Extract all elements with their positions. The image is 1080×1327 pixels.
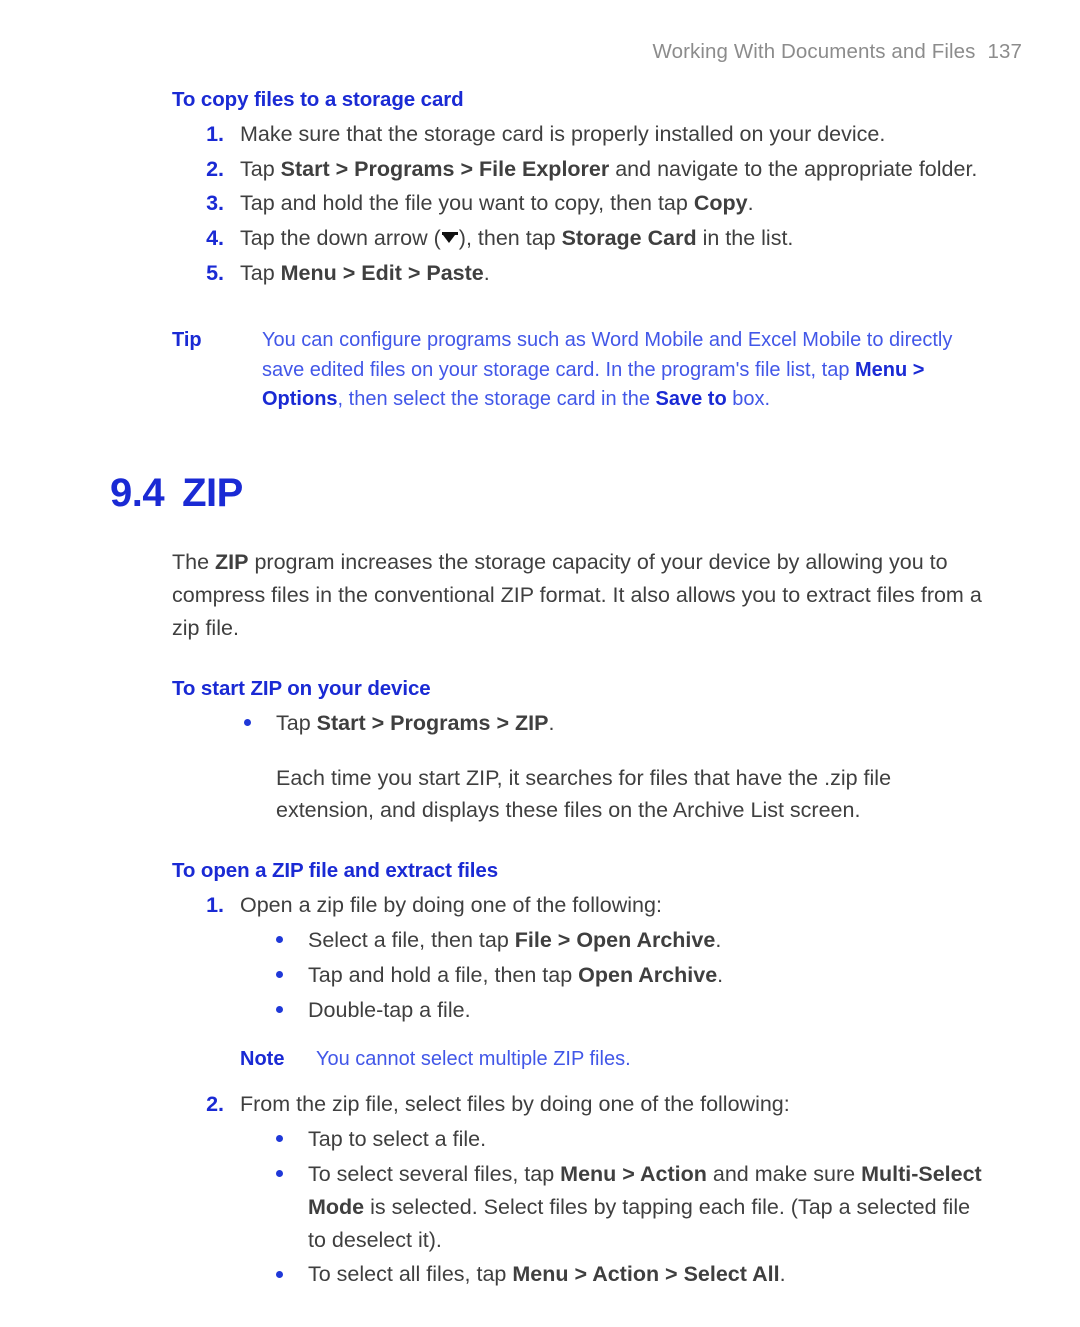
steps-copy-files: 1. Make sure that the storage card is pr… [172, 118, 984, 290]
step-text: Tap Menu > Edit > Paste. [240, 261, 490, 286]
page-number: 137 [987, 40, 1022, 63]
step-number: 5. [206, 261, 224, 286]
zip-intro-paragraph: The ZIP program increases the storage ca… [172, 550, 982, 641]
list-item: 5. Tap Menu > Edit > Paste. [172, 257, 984, 290]
bullet-text: To select all files, tap Menu > Action >… [308, 1262, 786, 1287]
step-text: Tap Start > Programs > File Explorer and… [240, 156, 978, 181]
step-text: From the zip file, select files by doing… [240, 1091, 790, 1116]
list-item: 3. Tap and hold the file you want to cop… [172, 187, 984, 220]
bullets-open-zip-methods: Select a file, then tap File > Open Arch… [272, 924, 984, 1027]
note-label: Note [240, 1047, 285, 1070]
section-title: ZIP [182, 471, 243, 516]
step-number: 2. [206, 1091, 224, 1116]
list-item: 2. From the zip file, select files by do… [172, 1088, 984, 1121]
list-item: Tap to select a file. [272, 1123, 984, 1156]
bullet-dot-icon [244, 719, 251, 727]
running-header: Working With Documents and Files 137 [653, 40, 1022, 64]
bullet-text: Tap Start > Programs > ZIP. [276, 710, 555, 735]
steps-open-zip-2: 2. From the zip file, select files by do… [172, 1088, 984, 1121]
running-header-title: Working With Documents and Files [652, 40, 976, 63]
step-text: Tap the down arrow (), then tap Storage … [240, 226, 794, 251]
section-number: 9.4 [110, 471, 165, 516]
list-item: Tap and hold a file, then tap Open Archi… [272, 959, 984, 992]
step-number: 4. [206, 226, 224, 251]
step-number: 2. [206, 156, 224, 181]
bullet-dot-icon [276, 1170, 283, 1178]
list-item: 1. Open a zip file by doing one of the f… [172, 889, 984, 922]
note-text: You cannot select multiple ZIP files. [316, 1047, 631, 1070]
bullet-text: To select several files, tap Menu > Acti… [308, 1161, 982, 1252]
bullets-select-files: Tap to select a file. To select several … [272, 1123, 984, 1291]
heading-open-zip: To open a ZIP file and extract files [172, 859, 499, 883]
step-number: 3. [206, 191, 224, 216]
bullet-dot-icon [276, 1135, 283, 1143]
bullets-start-zip: Tap Start > Programs > ZIP. [240, 707, 984, 740]
tip-text: You can configure programs such as Word … [262, 329, 953, 410]
list-item: Tap Start > Programs > ZIP. [240, 707, 984, 740]
bullet-text: Tap and hold a file, then tap Open Archi… [308, 962, 724, 987]
list-item: To select several files, tap Menu > Acti… [272, 1158, 984, 1257]
step-text: Open a zip file by doing one of the foll… [240, 892, 662, 917]
heading-start-zip: To start ZIP on your device [172, 676, 431, 700]
section-heading-zip: 9.4 ZIP [110, 470, 922, 516]
step-text: Make sure that the storage card is prope… [240, 121, 886, 146]
list-item: 4. Tap the down arrow (), then tap Stora… [172, 222, 984, 255]
bullet-dot-icon [276, 971, 283, 979]
note-callout: Note You cannot select multiple ZIP file… [240, 1045, 984, 1074]
list-item: 2. Tap Start > Programs > File Explorer … [172, 153, 984, 186]
tip-label: Tip [172, 329, 202, 352]
bullet-text: Double-tap a file. [308, 997, 471, 1022]
heading-copy-files: To copy files to a storage card [172, 88, 464, 111]
tip-callout: Tip You can configure programs such as W… [172, 326, 984, 414]
step-number: 1. [206, 121, 224, 146]
start-zip-follow-paragraph: Each time you start ZIP, it searches for… [276, 765, 892, 823]
bullet-text: Tap to select a file. [308, 1126, 487, 1151]
down-arrow-icon [442, 231, 458, 246]
content-column: To copy files to a storage card 1. Make … [110, 86, 984, 1293]
step-number: 1. [206, 892, 224, 917]
list-item: Double-tap a file. [272, 994, 984, 1027]
steps-open-zip: 1. Open a zip file by doing one of the f… [172, 889, 984, 922]
document-page: Working With Documents and Files 137 To c… [0, 0, 1080, 1327]
list-item: Select a file, then tap File > Open Arch… [272, 924, 984, 957]
list-item: To select all files, tap Menu > Action >… [272, 1258, 984, 1291]
list-item: 1. Make sure that the storage card is pr… [172, 118, 984, 151]
step-text: Tap and hold the file you want to copy, … [240, 191, 754, 216]
bullet-text: Select a file, then tap File > Open Arch… [308, 927, 722, 952]
bullet-dot-icon [276, 1006, 283, 1014]
bullet-dot-icon [276, 936, 283, 944]
bullet-dot-icon [276, 1270, 283, 1278]
